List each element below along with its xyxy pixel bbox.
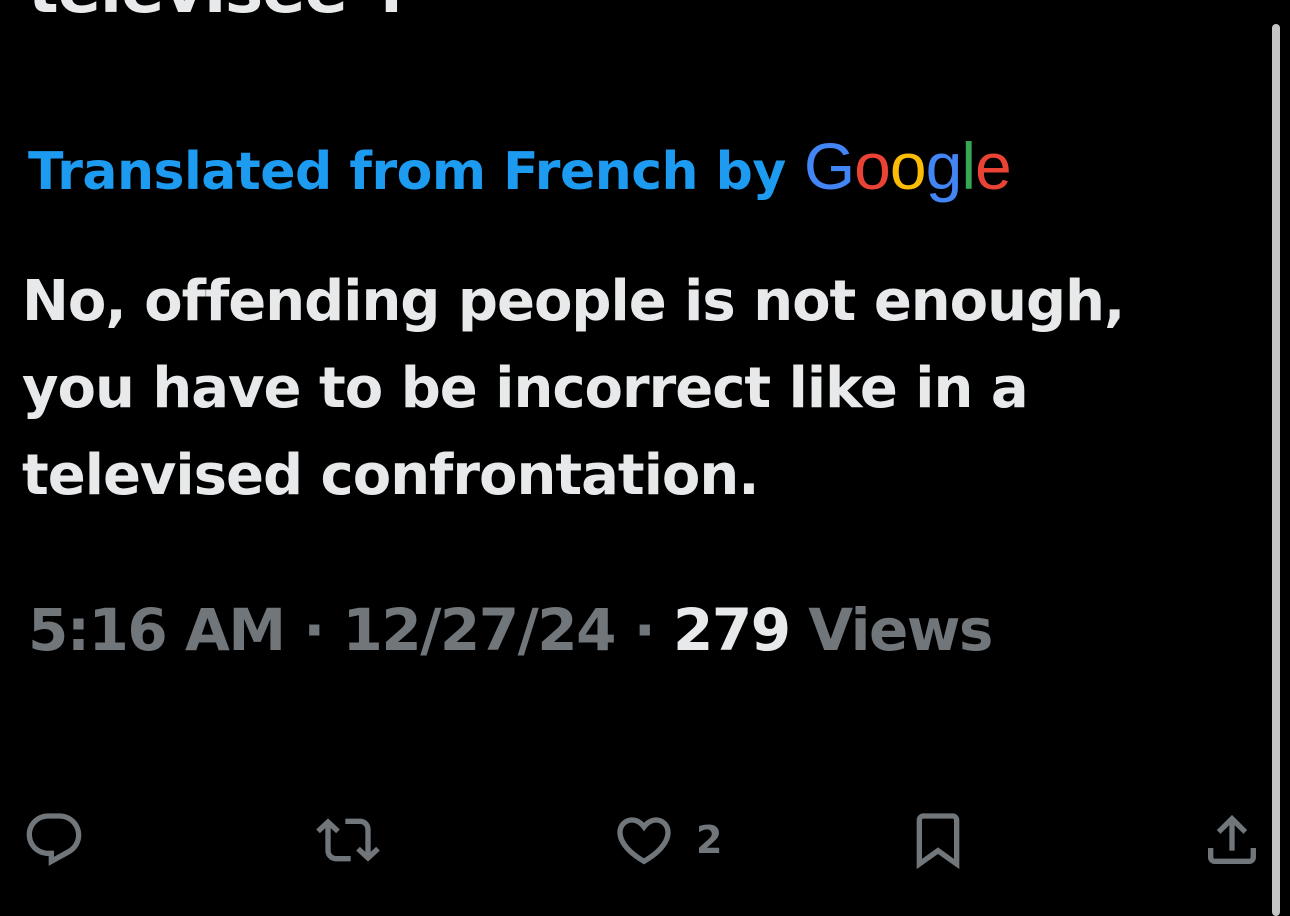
retweet-icon (316, 818, 380, 862)
views-count[interactable]: 279 (673, 596, 791, 664)
translation-label: Translated from French by (28, 142, 786, 202)
translated-tweet-text: No, offending people is not enough, you … (22, 269, 1125, 508)
views-label[interactable]: Views (808, 596, 993, 664)
bookmark-button[interactable] (906, 800, 970, 880)
share-button[interactable] (1200, 800, 1264, 880)
heart-icon (617, 817, 671, 865)
tweet-date[interactable]: 12/27/24 (343, 596, 617, 664)
meta-separator: · (633, 596, 656, 664)
original-tweet-text-fragment: télévisée". (28, 0, 404, 28)
like-button[interactable]: 2 (612, 800, 722, 880)
tweet-time[interactable]: 5:16 AM (28, 596, 286, 664)
google-logo: Google (803, 129, 1012, 203)
like-count: 2 (696, 818, 723, 862)
meta-separator: · (303, 596, 325, 664)
reply-icon (26, 813, 82, 866)
bookmark-icon (916, 813, 960, 870)
reply-button[interactable] (22, 800, 86, 880)
share-icon (1208, 814, 1256, 864)
scrollbar[interactable] (1272, 24, 1280, 916)
retweet-button[interactable] (316, 800, 380, 880)
translation-attribution[interactable]: Translated from French by Google (28, 128, 1012, 204)
tweet-action-bar: 2 (0, 800, 1270, 880)
tweet-metadata: 5:16 AM · 12/27/24 · 279 Views (28, 596, 993, 664)
